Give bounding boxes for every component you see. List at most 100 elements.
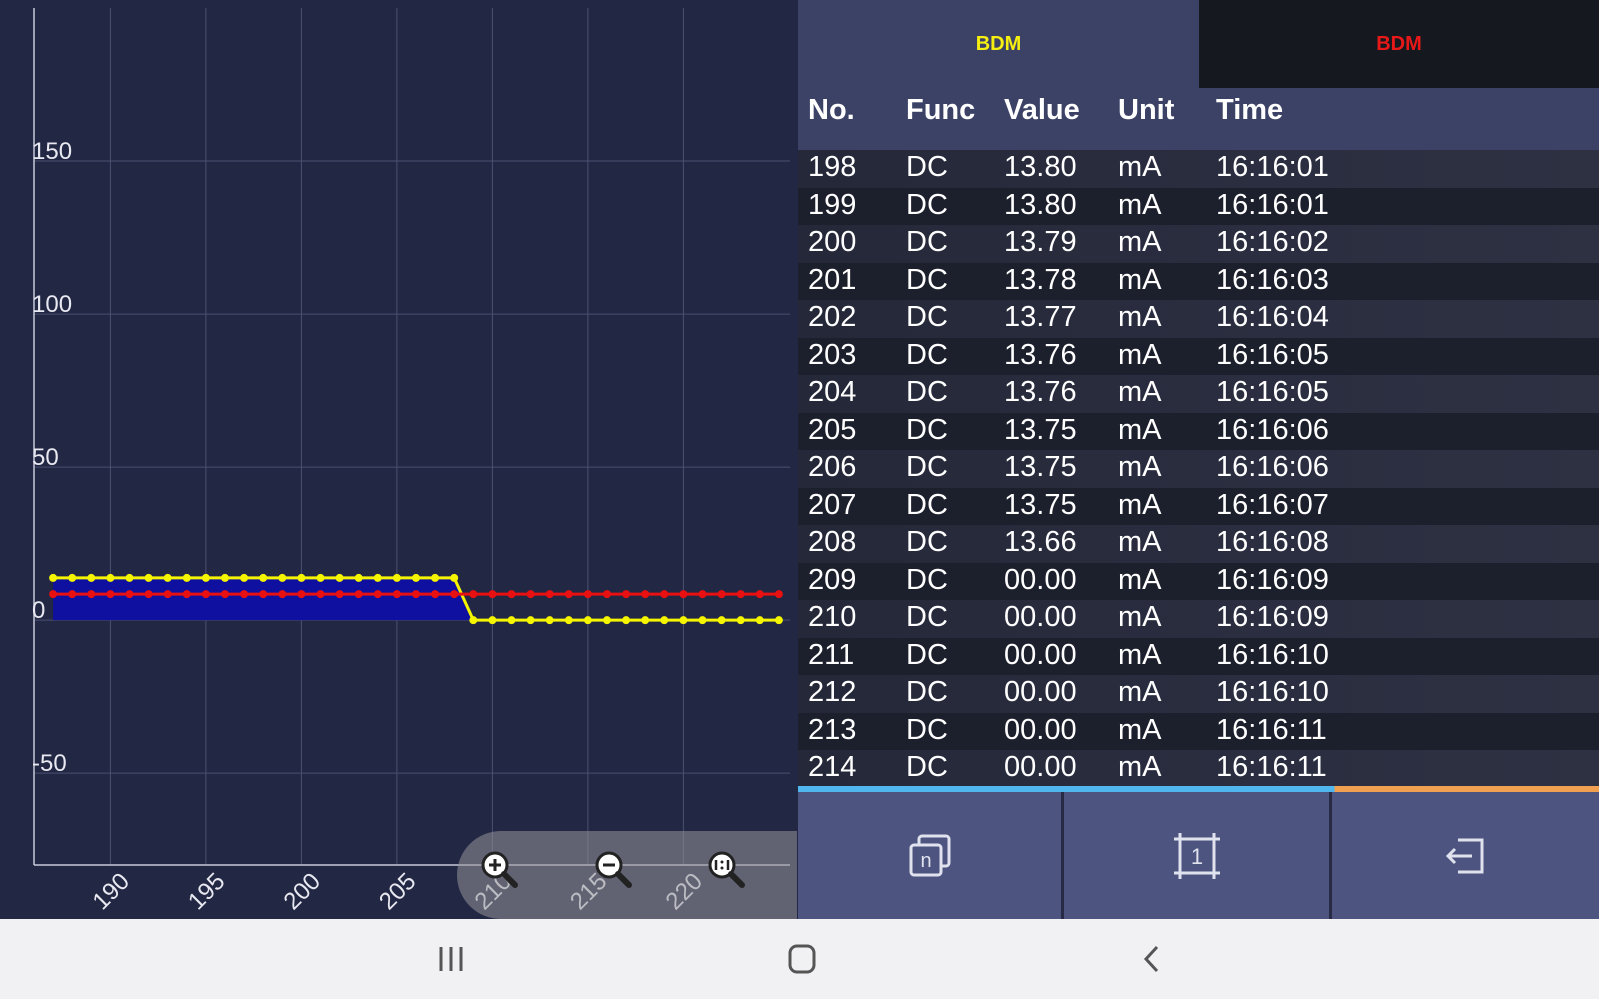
data-point	[316, 590, 325, 599]
data-point	[755, 616, 764, 625]
data-point	[583, 616, 592, 625]
cell-func: DC	[906, 151, 948, 183]
cell-time: 16:16:09	[1216, 601, 1329, 633]
data-point	[526, 590, 535, 599]
back-icon	[1143, 945, 1159, 973]
data-table[interactable]: 198 DC 13.80 mA 16:16:01 199 DC 13.80 mA 16:16:01…	[798, 150, 1599, 786]
data-point	[603, 590, 611, 599]
table-row[interactable]: 214 DC 00.00 mA 16:16:11	[798, 750, 1599, 786]
svg-text:n: n	[920, 850, 931, 872]
y-tick-label: 150	[32, 138, 72, 165]
data-point	[469, 590, 478, 599]
single-frame-button[interactable]: 1	[1064, 792, 1329, 919]
cell-no: 211	[808, 638, 855, 671]
data-point	[163, 590, 172, 599]
cell-unit: mA	[1118, 676, 1162, 708]
column-header-func: Func	[906, 94, 976, 126]
zoom-reset-button[interactable]	[702, 845, 752, 895]
table-row[interactable]: 203 DC 13.76 mA 16:16:05	[798, 337, 1599, 375]
cell-value: 00.00	[1004, 563, 1077, 596]
data-point	[622, 616, 631, 625]
tab-label: BDM	[975, 32, 1022, 55]
cell-value: 13.80	[1004, 151, 1077, 183]
zoom-out-button[interactable]	[589, 845, 639, 895]
data-point	[201, 573, 210, 582]
cell-time: 16:16:08	[1216, 526, 1329, 558]
cell-value: 13.76	[1004, 338, 1077, 371]
data-point	[49, 573, 58, 582]
cell-time: 16:16:11	[1216, 713, 1327, 746]
cell-unit: mA	[1118, 751, 1162, 783]
cell-value: 13.78	[1004, 263, 1077, 296]
table-row[interactable]: 210 DC 00.00 mA 16:16:09	[798, 600, 1599, 638]
svg-text:1: 1	[1190, 844, 1202, 869]
table-row[interactable]: 198 DC 13.80 mA 16:16:01	[798, 150, 1599, 188]
table-row[interactable]: 201 DC 13.78 mA 16:16:03	[798, 262, 1599, 300]
data-point	[736, 616, 745, 625]
cell-time: 16:16:04	[1216, 301, 1329, 333]
tab-bdm-primary[interactable]: BDM	[798, 0, 1199, 88]
cell-no: 212	[808, 676, 857, 708]
tab-bdm-secondary[interactable]: BDM	[1199, 0, 1599, 88]
cell-time: 16:16:05	[1216, 338, 1329, 371]
home-button[interactable]	[772, 934, 832, 984]
data-panel: BDM BDM No. Func Value Unit Time 198 DC 13…	[798, 0, 1599, 919]
cell-value: 00.00	[1004, 676, 1077, 708]
data-point	[641, 616, 650, 625]
table-row[interactable]: 199 DC 13.80 mA 16:16:01	[798, 187, 1599, 225]
zoom-in-button[interactable]	[475, 845, 525, 895]
data-point	[717, 590, 726, 599]
chart-panel[interactable]: 150100500-50190195200205210215220	[0, 0, 798, 919]
cell-value: 13.76	[1004, 376, 1077, 408]
back-button[interactable]	[1122, 934, 1182, 984]
data-point	[545, 590, 554, 599]
table-row[interactable]: 213 DC 00.00 mA 16:16:11	[798, 712, 1599, 750]
data-point	[373, 590, 382, 599]
y-tick-label: -50	[32, 750, 67, 777]
data-point	[660, 590, 669, 599]
zoom-in-icon	[481, 851, 518, 888]
cell-unit: mA	[1118, 188, 1162, 221]
cell-value: 13.75	[1004, 451, 1077, 483]
cell-no: 202	[808, 301, 857, 333]
table-row[interactable]: 204 DC 13.76 mA 16:16:05	[798, 375, 1599, 413]
table-row[interactable]: 206 DC 13.75 mA 16:16:06	[798, 450, 1599, 488]
data-point	[564, 590, 573, 599]
exit-icon	[1445, 838, 1483, 873]
table-row[interactable]: 211 DC 00.00 mA 16:16:10	[798, 637, 1599, 675]
cell-func: DC	[906, 601, 948, 633]
data-point	[278, 590, 287, 599]
table-row[interactable]: 200 DC 13.79 mA 16:16:02	[798, 225, 1599, 263]
data-point	[431, 590, 440, 599]
table-row[interactable]: 208 DC 13.66 mA 16:16:08	[798, 525, 1599, 563]
y-tick-label: 100	[32, 291, 72, 318]
exit-button[interactable]	[1332, 792, 1599, 919]
cell-func: DC	[906, 713, 948, 746]
data-point	[583, 590, 592, 599]
data-point	[450, 590, 459, 599]
recent-apps-button[interactable]	[421, 934, 481, 984]
cell-unit: mA	[1118, 376, 1162, 408]
data-point	[431, 573, 440, 582]
table-row[interactable]: 202 DC 13.77 mA 16:16:04	[798, 300, 1599, 338]
cell-func: DC	[906, 376, 948, 408]
data-point	[698, 590, 707, 599]
cell-unit: mA	[1118, 263, 1162, 296]
table-row[interactable]: 209 DC 00.00 mA 16:16:09	[798, 562, 1599, 600]
data-point	[144, 573, 153, 582]
data-point	[774, 616, 783, 625]
cell-no: 214	[808, 751, 857, 783]
data-point	[774, 590, 783, 599]
cell-time: 16:16:06	[1216, 451, 1329, 483]
cell-time: 16:16:01	[1216, 151, 1329, 183]
data-point	[259, 590, 268, 599]
trend-chart[interactable]: 150100500-50190195200205210215220	[0, 0, 798, 919]
column-header-no: No.	[808, 94, 855, 126]
cell-no: 198	[808, 151, 857, 183]
table-row[interactable]: 205 DC 13.75 mA 16:16:06	[798, 412, 1599, 450]
data-point	[622, 590, 631, 599]
table-row[interactable]: 207 DC 13.75 mA 16:16:07	[798, 487, 1599, 525]
data-point	[450, 573, 459, 582]
table-row[interactable]: 212 DC 00.00 mA 16:16:10	[798, 675, 1599, 713]
copy-n-button[interactable]: n	[798, 792, 1061, 919]
